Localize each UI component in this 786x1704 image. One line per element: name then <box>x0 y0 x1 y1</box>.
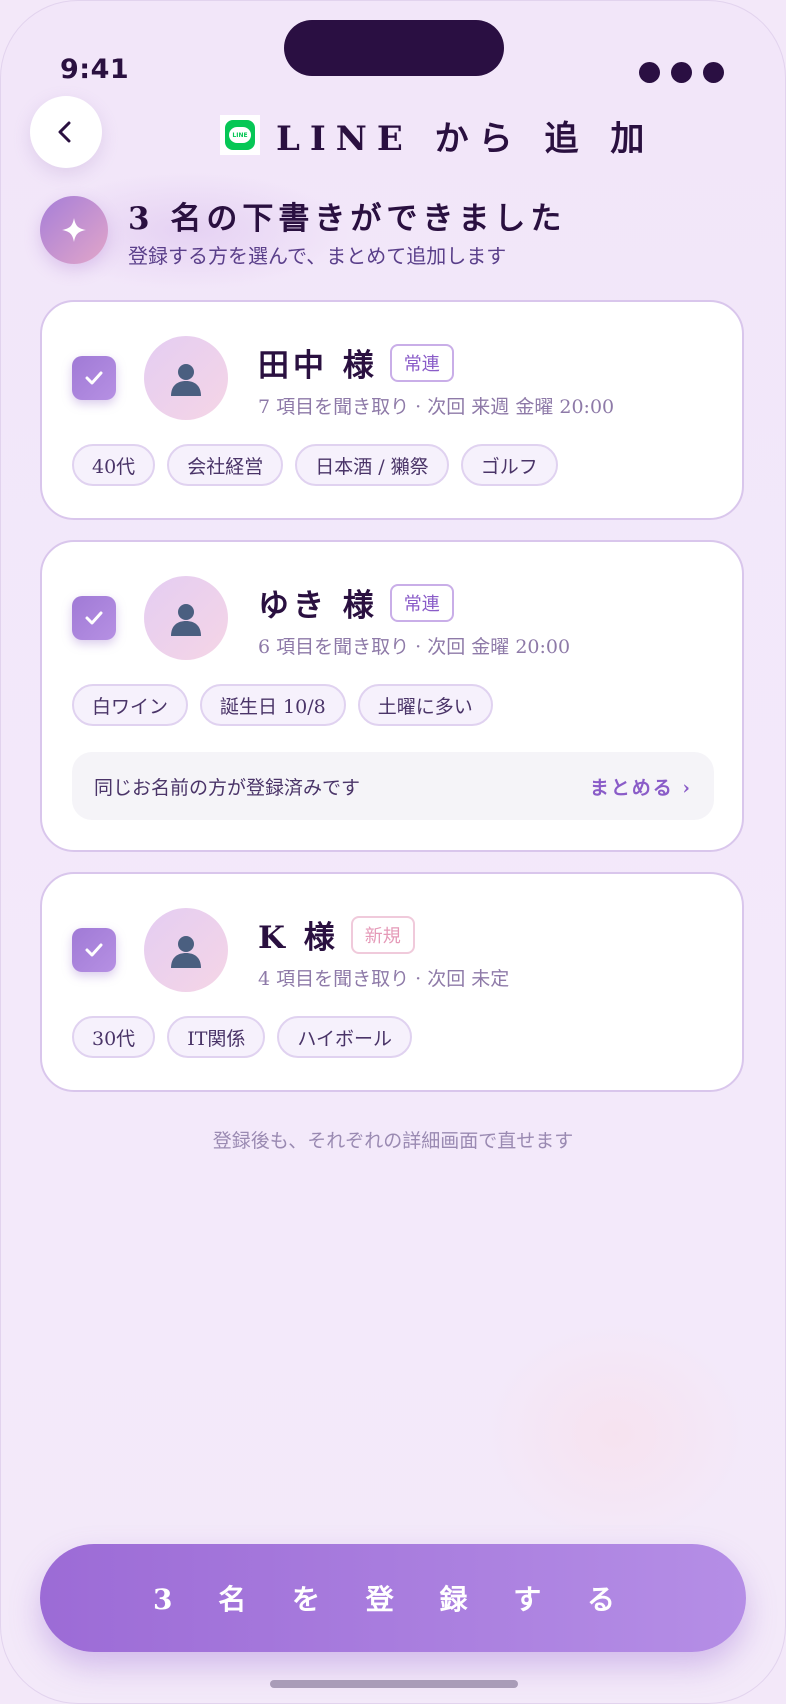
status-indicators <box>639 62 724 83</box>
status-time: 9:41 <box>60 54 130 85</box>
dynamic-island <box>284 20 504 76</box>
customer-name: K 様 <box>258 920 339 956</box>
check-icon <box>85 611 103 625</box>
customer-card[interactable]: K 様 新規 4 項目を聞き取り · 次回 未定 30代 IT関係 ハイボール <box>40 872 744 1092</box>
status-dot <box>639 62 660 83</box>
status-badge: 常連 <box>389 583 454 622</box>
tag: 会社経営 <box>167 444 284 486</box>
summary-title: 3 名の下書きができました <box>128 201 567 237</box>
customer-card[interactable]: ゆき 様 常連 6 項目を聞き取り · 次回 金曜 20:00 白ワイン 誕生日… <box>40 540 744 852</box>
tag: IT関係 <box>167 1016 266 1058</box>
avatar <box>144 576 228 660</box>
person-icon <box>171 364 201 396</box>
tag: ゴルフ <box>460 444 558 486</box>
customer-meta: 6 項目を聞き取り · 次回 金曜 20:00 <box>258 636 571 658</box>
status-dot <box>671 62 692 83</box>
home-indicator <box>270 1680 518 1688</box>
register-button[interactable]: 3 名 を 登 録 す る <box>40 1544 746 1652</box>
customer-meta: 4 項目を聞き取り · 次回 未定 <box>258 968 510 990</box>
line-logo-icon: LINE <box>220 115 260 155</box>
line-logo-text: LINE <box>229 127 251 143</box>
customer-name: ゆき 様 <box>258 588 378 624</box>
tag-list: 白ワイン 誕生日 10/8 土曜に多い <box>72 684 493 726</box>
footnote: 登録後も、それぞれの詳細画面で直せます <box>212 1130 574 1152</box>
tag: 40代 <box>72 444 156 486</box>
merge-link[interactable]: まとめる › <box>590 773 692 800</box>
tag: 白ワイン <box>72 684 189 726</box>
sparkle-icon <box>40 196 108 264</box>
customer-name: 田中 様 <box>258 348 378 384</box>
status-badge: 新規 <box>350 915 415 954</box>
customer-card[interactable]: 田中 様 常連 7 項目を聞き取り · 次回 来週 金曜 20:00 40代 会… <box>40 300 744 520</box>
select-checkbox[interactable] <box>72 356 116 400</box>
name-row: ゆき 様 常連 <box>258 580 454 625</box>
summary-subtitle: 登録する方を選んで、まとめて追加します <box>128 244 507 268</box>
select-checkbox[interactable] <box>72 928 116 972</box>
person-icon <box>171 604 201 636</box>
tag: 土曜に多い <box>357 684 493 726</box>
person-icon <box>171 936 201 968</box>
select-checkbox[interactable] <box>72 596 116 640</box>
page-title: LINE から 追 加 <box>276 118 655 159</box>
tag: 30代 <box>72 1016 156 1058</box>
header: LINE LINE から 追 加 <box>220 110 654 160</box>
avatar <box>144 336 228 420</box>
register-button-label: 3 名 を 登 録 す る <box>153 1583 633 1616</box>
phone-screen: 9:41 LINE LINE から 追 加 3 名の下書きができました 登録する… <box>0 0 786 1704</box>
check-icon <box>85 371 103 385</box>
background-glow <box>486 1324 746 1544</box>
name-row: 田中 様 常連 <box>258 340 454 385</box>
tag: ハイボール <box>277 1016 412 1058</box>
tag-list: 40代 会社経営 日本酒 / 獺祭 ゴルフ <box>72 444 558 486</box>
name-row: K 様 新規 <box>258 912 415 957</box>
avatar <box>144 908 228 992</box>
back-button[interactable] <box>30 96 102 168</box>
chevron-left-icon <box>58 121 71 143</box>
check-icon <box>85 943 103 957</box>
duplicate-notice: 同じお名前の方が登録済みです まとめる › <box>72 752 714 820</box>
tag: 誕生日 10/8 <box>200 684 346 726</box>
tag: 日本酒 / 獺祭 <box>295 444 449 486</box>
customer-meta: 7 項目を聞き取り · 次回 来週 金曜 20:00 <box>258 396 615 418</box>
status-dot <box>703 62 724 83</box>
duplicate-notice-text: 同じお名前の方が登録済みです <box>94 776 361 799</box>
status-badge: 常連 <box>389 343 454 382</box>
tag-list: 30代 IT関係 ハイボール <box>72 1016 412 1058</box>
